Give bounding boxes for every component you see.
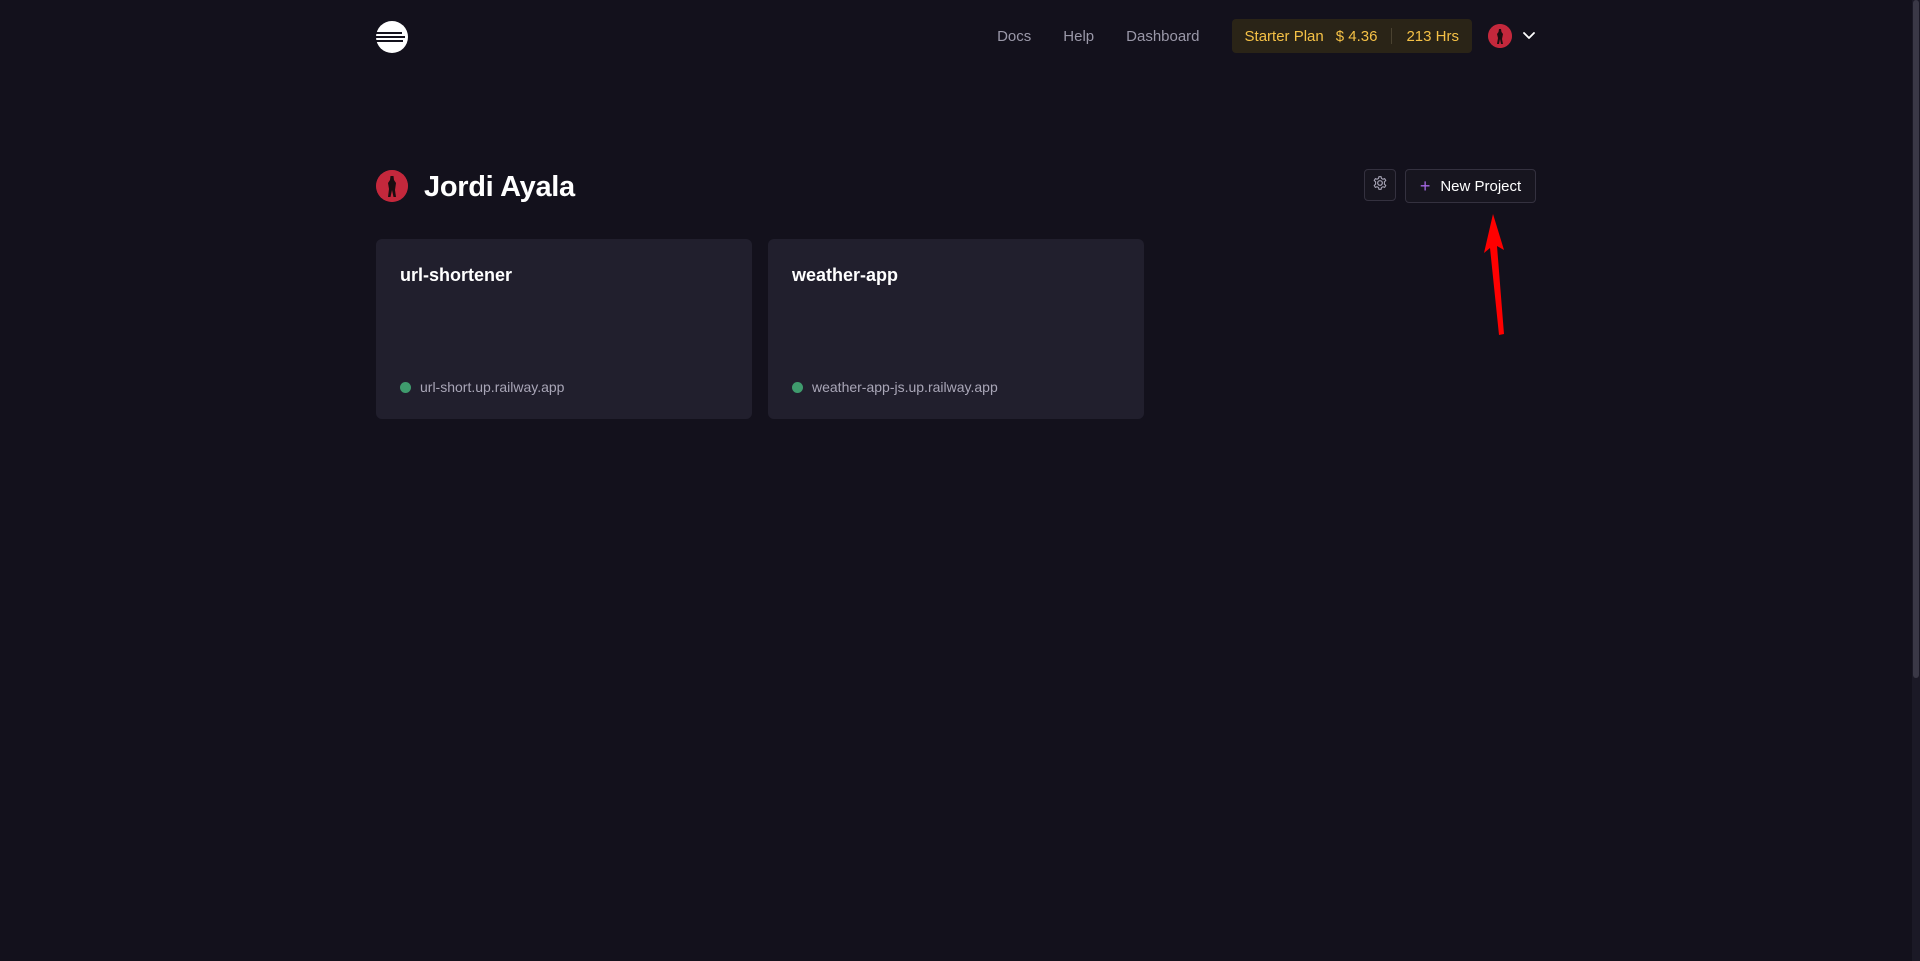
new-project-label: New Project xyxy=(1440,177,1522,195)
nav-link-help[interactable]: Help xyxy=(1063,28,1094,45)
page: Docs Help Dashboard Starter Plan $ 4.36 … xyxy=(0,0,1920,961)
plan-divider xyxy=(1391,28,1393,44)
plan-name: Starter Plan xyxy=(1244,27,1324,45)
project-card-weather-app[interactable]: weather-app weather-app-js.up.railway.ap… xyxy=(768,239,1144,419)
project-card-url-shortener[interactable]: url-shortener url-short.up.railway.app xyxy=(376,239,752,419)
owner-avatar xyxy=(376,170,408,202)
project-name: weather-app xyxy=(792,265,899,285)
settings-button[interactable] xyxy=(1364,169,1396,201)
status-dot xyxy=(792,381,803,393)
plan-hours: 213 Hrs xyxy=(1406,27,1459,45)
page-title: Jordi Ayala xyxy=(424,171,575,203)
workspace-header: Jordi Ayala + New Project xyxy=(376,168,1536,206)
new-project-button[interactable]: + New Project xyxy=(1405,169,1536,203)
scrollbar[interactable] xyxy=(1912,0,1920,961)
plan-price: $ 4.36 xyxy=(1335,27,1378,45)
user-menu[interactable] xyxy=(1488,24,1536,48)
status-dot xyxy=(400,381,411,393)
railway-logo-icon[interactable] xyxy=(376,21,408,53)
plus-icon: + xyxy=(1419,176,1431,196)
project-domain[interactable]: url-short.up.railway.app xyxy=(420,379,564,395)
nav-links: Docs Help Dashboard Starter Plan $ 4.36 … xyxy=(997,18,1536,54)
scrollbar-thumb[interactable] xyxy=(1913,0,1919,678)
avatar[interactable] xyxy=(1488,24,1512,48)
project-domain-row: url-short.up.railway.app xyxy=(400,379,564,395)
gear-icon xyxy=(1372,175,1388,196)
plan-usage-badge[interactable]: Starter Plan $ 4.36 213 Hrs xyxy=(1231,19,1472,53)
top-navbar: Docs Help Dashboard Starter Plan $ 4.36 … xyxy=(376,18,1536,54)
annotation-arrow-icon xyxy=(1484,214,1504,335)
project-domain[interactable]: weather-app-js.up.railway.app xyxy=(812,379,998,395)
nav-link-docs[interactable]: Docs xyxy=(997,28,1031,45)
chevron-down-icon[interactable] xyxy=(1522,29,1536,43)
nav-link-dashboard[interactable]: Dashboard xyxy=(1126,28,1199,45)
project-domain-row: weather-app-js.up.railway.app xyxy=(792,379,998,395)
project-name: url-shortener xyxy=(400,265,513,285)
project-list: url-shortener url-short.up.railway.app w… xyxy=(376,239,1160,419)
